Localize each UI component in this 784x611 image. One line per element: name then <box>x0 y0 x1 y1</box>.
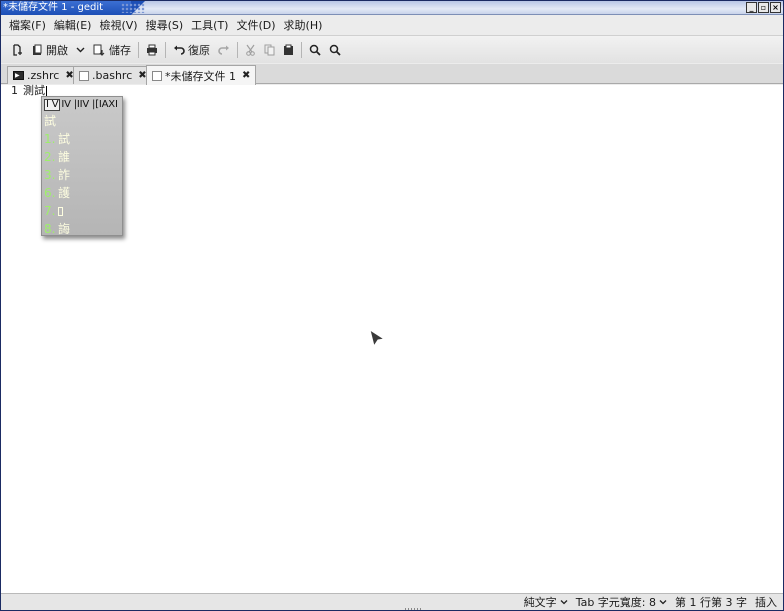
language-label: 純文字 <box>523 596 557 609</box>
tab-label: *未儲存文件 1 <box>165 69 236 83</box>
title-decoration <box>121 3 145 13</box>
search-icon <box>309 44 321 56</box>
document-icon <box>79 70 89 81</box>
resize-grip[interactable] <box>405 608 421 610</box>
candidate-number: 7. <box>44 204 56 218</box>
tab-unsaved-document[interactable]: *未儲存文件 1 ✖ <box>146 65 257 85</box>
toolbar-separator <box>301 41 302 58</box>
cut-button[interactable] <box>241 39 260 61</box>
copy-icon <box>264 44 275 55</box>
tab-width-label: Tab 字元寬度: 8 <box>575 596 657 609</box>
menu-file[interactable]: 檔案(F) <box>5 17 50 33</box>
undo-button[interactable]: 復原 <box>169 39 214 61</box>
terminal-icon: ▶ <box>13 71 24 80</box>
open-label: 開啟 <box>46 43 68 57</box>
ime-candidate[interactable]: 1. 試 <box>42 130 122 148</box>
save-label: 儲存 <box>109 43 131 57</box>
language-selector[interactable]: 純文字 <box>524 594 568 610</box>
candidate-number: 8. <box>44 222 56 236</box>
tab-zshrc[interactable]: ▶ .zshrc ✖ <box>7 66 80 84</box>
chevron-down-icon <box>560 600 568 605</box>
candidate-char: 誰 <box>58 150 71 164</box>
chevron-down-icon <box>76 47 85 53</box>
tab-bashrc[interactable]: .bashrc ✖ <box>73 66 153 84</box>
save-button[interactable]: 儲存 <box>89 39 135 61</box>
ime-candidate[interactable]: 2. 誰 <box>42 148 122 166</box>
tab-close-icon[interactable]: ✖ <box>242 70 250 81</box>
status-bar: 純文字 Tab 字元寬度: 8 第 1 行第 3 字 插入 <box>1 593 783 610</box>
ime-mode: IIV <box>76 99 90 110</box>
undo-icon <box>174 45 185 55</box>
tab-width-selector[interactable]: Tab 字元寬度: 8 <box>576 594 667 610</box>
ime-mode-indicator[interactable]: I V <box>44 98 61 111</box>
close-button[interactable]: × <box>770 2 781 13</box>
mouse-pointer-icon <box>369 329 385 347</box>
redo-button[interactable] <box>214 39 234 61</box>
copy-button[interactable] <box>260 39 279 61</box>
open-button[interactable]: 開啟 <box>27 39 72 61</box>
ime-mode-bar: I V IV | IIV |[IAXI <box>44 98 118 111</box>
minimize-button[interactable]: _ <box>746 2 757 13</box>
ime-candidate[interactable]: 7. <box>42 202 122 220</box>
recent-files-dropdown[interactable] <box>72 39 89 61</box>
ime-candidate-popup: I V IV | IIV |[IAXI 試 1. 試 2. 誰 3. 詐 6. 護… <box>41 96 123 236</box>
chevron-down-icon <box>659 600 667 605</box>
candidate-char: 詐 <box>58 168 71 182</box>
print-button[interactable] <box>142 39 162 61</box>
undo-label: 復原 <box>188 43 210 57</box>
text-caret <box>46 85 47 97</box>
redo-icon <box>218 45 229 55</box>
paste-icon <box>284 44 293 55</box>
toolbar: 開啟 儲存 復原 <box>1 35 783 63</box>
menu-view[interactable]: 檢視(V) <box>95 17 141 33</box>
ime-candidate[interactable]: 8. 誨 <box>42 220 122 238</box>
ime-mode: IAXI <box>98 99 118 110</box>
toolbar-separator <box>237 41 238 58</box>
menu-search[interactable]: 搜尋(S) <box>142 17 188 33</box>
new-document-icon <box>13 43 22 56</box>
candidate-char: 誨 <box>58 222 71 236</box>
menu-bar: 檔案(F) 編輯(E) 檢視(V) 搜尋(S) 工具(T) 文件(D) 求助(H… <box>1 16 783 34</box>
gedit-window: *未儲存文件 1 - gedit _ ▫ × 檔案(F) 編輯(E) 檢視(V)… <box>0 0 784 611</box>
toolbar-separator <box>138 41 139 58</box>
menu-edit[interactable]: 編輯(E) <box>50 17 96 33</box>
line-number: 1 <box>11 84 18 97</box>
document-icon <box>152 70 162 81</box>
candidate-char: 試 <box>58 132 71 146</box>
search-replace-icon <box>329 44 341 56</box>
search-replace-button[interactable] <box>325 39 345 61</box>
insert-mode: 插入 <box>755 596 777 609</box>
cursor-position: 第 1 行第 3 字 <box>675 596 747 609</box>
window-title: *未儲存文件 1 - gedit <box>1 1 145 15</box>
ime-mode: IV <box>61 99 71 110</box>
ime-preedit: 試 <box>44 114 57 128</box>
window-controls: _ ▫ × <box>746 2 781 13</box>
menu-documents[interactable]: 文件(D) <box>232 17 279 33</box>
menu-help[interactable]: 求助(H) <box>280 17 327 33</box>
search-button[interactable] <box>305 39 325 61</box>
missing-glyph-icon <box>58 207 63 216</box>
title-bar[interactable]: *未儲存文件 1 - gedit _ ▫ × <box>1 1 783 15</box>
candidate-number: 2. <box>44 150 56 164</box>
tab-label: .bashrc <box>92 69 133 82</box>
tab-bar: ▶ .zshrc ✖ .bashrc ✖ *未儲存文件 1 ✖ <box>1 64 783 85</box>
ime-candidate[interactable]: 3. 詐 <box>42 166 122 184</box>
candidate-number: 6. <box>44 186 56 200</box>
candidate-number: 1. <box>44 132 56 146</box>
toolbar-separator <box>165 41 166 58</box>
tab-label: .zshrc <box>27 69 60 82</box>
paste-button[interactable] <box>279 39 298 61</box>
maximize-button[interactable]: ▫ <box>758 2 769 13</box>
printer-icon <box>147 44 157 55</box>
candidate-number: 3. <box>44 168 56 182</box>
open-icon <box>33 44 42 55</box>
scissors-icon <box>246 44 255 56</box>
new-document-button[interactable] <box>7 39 27 61</box>
candidate-char: 護 <box>58 186 71 200</box>
menu-tools[interactable]: 工具(T) <box>187 17 232 33</box>
ime-candidate[interactable]: 6. 護 <box>42 184 122 202</box>
save-icon <box>93 44 105 56</box>
